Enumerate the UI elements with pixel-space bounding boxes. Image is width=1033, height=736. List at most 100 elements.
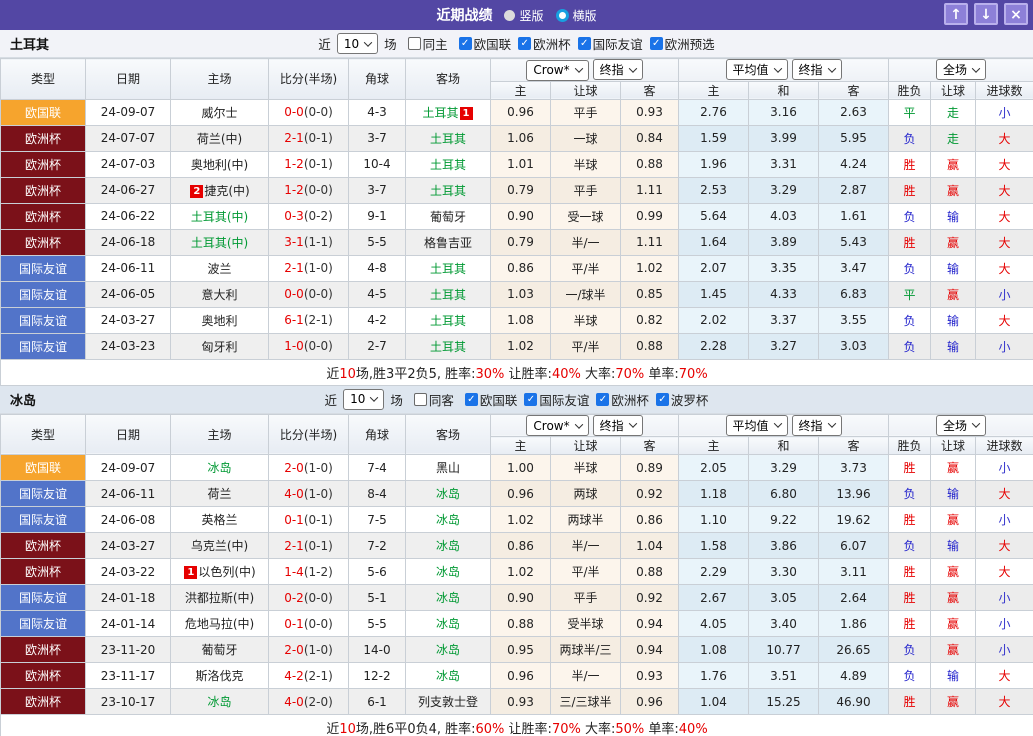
result-goals: 大 (976, 177, 1033, 203)
filter-controls: 近 10 场 同主 ✓欧国联✓欧洲杯✓国际友谊✓欧洲预选 (318, 33, 714, 54)
move-down-button[interactable]: ↓ (974, 3, 998, 25)
checkbox-checked-icon[interactable]: ✓ (518, 37, 531, 50)
odds-group-header: Crow*终指 (491, 59, 679, 82)
league-type-badge: 国际友谊 (1, 333, 86, 359)
match-count-select[interactable]: 10 (337, 33, 378, 54)
odds-source-select[interactable]: 终指 (593, 59, 643, 80)
odds-source-select[interactable]: 全场 (936, 59, 986, 80)
fulltime-score: 0-1 (284, 617, 304, 631)
league-type-badge: 欧洲杯 (1, 151, 86, 177)
odds-source-select[interactable]: 终指 (593, 415, 643, 436)
team-name-text: 冰岛 (436, 539, 460, 553)
checkbox-unchecked-icon[interactable] (414, 393, 427, 406)
handicap-line: 半球 (551, 307, 621, 333)
match-date: 24-03-22 (86, 559, 171, 585)
odds-source-select[interactable]: Crow* (526, 415, 588, 436)
handicap-line: 受半球 (551, 611, 621, 637)
result-goals: 大 (976, 533, 1033, 559)
result-goals: 小 (976, 611, 1033, 637)
team-name-text: 葡萄牙 (201, 643, 237, 657)
halftime-score: (0-1) (304, 157, 333, 171)
league-checkbox[interactable]: ✓波罗杯 (656, 390, 709, 409)
league-checkbox[interactable]: ✓欧国联 (465, 390, 518, 409)
corner-score: 4-2 (349, 307, 406, 333)
league-checkbox[interactable]: ✓国际友谊 (578, 34, 643, 53)
checkbox-checked-icon[interactable]: ✓ (656, 393, 669, 406)
checkbox-unchecked-icon[interactable] (408, 37, 421, 50)
odds-source-select[interactable]: Crow* (526, 60, 588, 81)
checkbox-checked-icon[interactable]: ✓ (578, 37, 591, 50)
halftime-score: (0-0) (304, 287, 333, 301)
fulltime-score: 1-2 (284, 183, 304, 197)
home-team: 葡萄牙 (171, 637, 269, 663)
result-handicap: 输 (931, 481, 976, 507)
column-header: 角球 (349, 59, 406, 100)
avg-away-odds: 3.03 (819, 333, 889, 359)
matches-label: 场 (390, 390, 403, 409)
league-checkbox[interactable]: ✓欧洲杯 (596, 390, 649, 409)
result-goals: 小 (976, 507, 1033, 533)
halftime-score: (1-0) (304, 643, 333, 657)
league-type-badge: 国际友谊 (1, 281, 86, 307)
result-goals: 大 (976, 663, 1033, 689)
handicap-line: 半球 (551, 455, 621, 481)
checkbox-checked-icon[interactable]: ✓ (650, 37, 663, 50)
avg-away-odds: 3.73 (819, 455, 889, 481)
same-venue-checkbox[interactable]: 同客 (414, 390, 454, 409)
table-row: 国际友谊24-01-14危地马拉(中)0-1(0-0)5-5冰岛0.88受半球0… (1, 611, 1033, 637)
column-subheader: 主 (491, 81, 551, 99)
layout-vertical-radio[interactable]: 竖版 (504, 7, 543, 24)
halftime-score: (2-1) (304, 669, 333, 683)
league-checkbox[interactable]: ✓国际友谊 (524, 390, 589, 409)
avg-draw-odds: 3.51 (749, 663, 819, 689)
same-venue-checkbox[interactable]: 同主 (408, 34, 448, 53)
result-goals: 小 (976, 455, 1033, 481)
radio-unchecked-icon[interactable] (504, 10, 515, 21)
checkbox-checked-icon[interactable]: ✓ (524, 393, 537, 406)
table-row: 国际友谊24-06-11荷兰4-0(1-0)8-4冰岛0.96两球0.921.1… (1, 481, 1033, 507)
match-date: 24-06-05 (86, 281, 171, 307)
checkbox-checked-icon[interactable]: ✓ (596, 393, 609, 406)
odds-source-select[interactable]: 平均值 (726, 415, 788, 436)
checkbox-checked-icon[interactable]: ✓ (465, 393, 478, 406)
away-team: 葡萄牙 (406, 203, 491, 229)
corner-score: 12-2 (349, 663, 406, 689)
move-up-button[interactable]: ↑ (944, 3, 968, 25)
handicap-home-odds: 0.79 (491, 229, 551, 255)
handicap-home-odds: 1.02 (491, 507, 551, 533)
avg-draw-odds: 6.80 (749, 481, 819, 507)
league-checkbox[interactable]: ✓欧国联 (459, 34, 512, 53)
handicap-line: 三/三球半 (551, 689, 621, 715)
checkbox-checked-icon[interactable]: ✓ (459, 37, 472, 50)
away-team: 列支敦士登 (406, 689, 491, 715)
column-subheader: 胜负 (889, 81, 931, 99)
handicap-away-odds: 0.84 (621, 125, 679, 151)
home-team: 荷兰 (171, 481, 269, 507)
avg-away-odds: 3.11 (819, 559, 889, 585)
odds-source-value: 平均值 (733, 61, 769, 78)
column-subheader: 胜负 (889, 437, 931, 455)
odds-source-select[interactable]: 终指 (792, 59, 842, 80)
away-team: 冰岛 (406, 663, 491, 689)
column-subheader: 客 (621, 437, 679, 455)
avg-away-odds: 4.24 (819, 151, 889, 177)
odds-source-select[interactable]: 终指 (792, 415, 842, 436)
odds-source-select[interactable]: 平均值 (726, 59, 788, 80)
fulltime-score: 6-1 (284, 313, 304, 327)
layout-horizontal-radio[interactable]: 横版 (556, 7, 597, 24)
sections-container: 土耳其 近 10 场 同主 ✓欧国联✓欧洲杯✓国际友谊✓欧洲预选 (0, 30, 1033, 736)
close-button[interactable]: × (1004, 3, 1028, 25)
summary-text: 场,胜3平2负5, 胜率: (356, 367, 476, 382)
league-checkbox[interactable]: ✓欧洲杯 (518, 34, 571, 53)
result-outcome: 胜 (889, 507, 931, 533)
chevron-down-icon (628, 419, 636, 427)
radio-checked-icon[interactable] (556, 9, 569, 22)
league-checkbox[interactable]: ✓欧洲预选 (650, 34, 715, 53)
team-name-text: 斯洛伐克 (195, 669, 243, 683)
avg-home-odds: 1.58 (679, 533, 749, 559)
team-name-text: 冰岛 (436, 487, 460, 501)
match-count-select[interactable]: 10 (343, 389, 384, 410)
away-team: 冰岛 (406, 507, 491, 533)
odds-source-select[interactable]: 全场 (936, 415, 986, 436)
column-header: 主场 (171, 414, 269, 455)
